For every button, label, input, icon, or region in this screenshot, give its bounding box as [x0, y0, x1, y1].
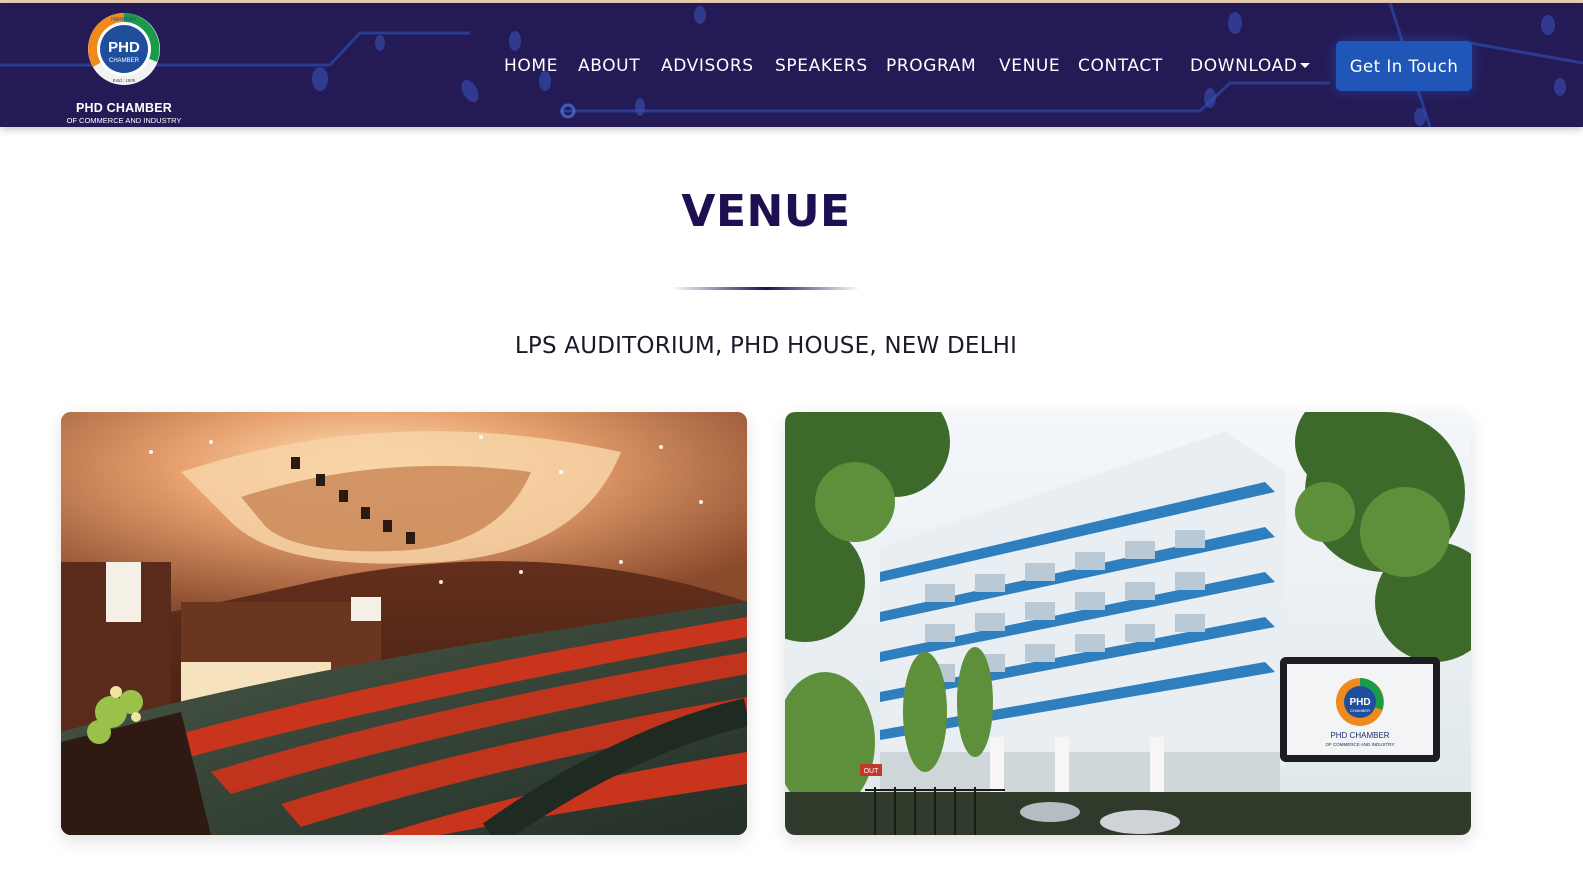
logo-tagline: OF COMMERCE AND INDUSTRY	[66, 116, 182, 125]
svg-text:PHD: PHD	[108, 39, 140, 56]
building-illustration: OUT PHD CHAMBER PHD CHAMBER OF COMMERCE …	[785, 412, 1471, 835]
svg-text:CHAMBER: CHAMBER	[109, 58, 140, 64]
site-header: PHD CHAMBER HARMONY Estd.: 1905 PHD CHAM…	[0, 3, 1583, 127]
get-in-touch-button[interactable]: Get In Touch	[1336, 41, 1472, 91]
nav-advisors[interactable]: ADVISORS	[661, 54, 754, 78]
nav-venue[interactable]: VENUE	[999, 54, 1060, 78]
svg-text:Estd.: 1905: Estd.: 1905	[113, 78, 136, 83]
venue-location: LPS AUDITORIUM, PHD HOUSE, NEW DELHI	[514, 333, 1018, 359]
svg-text:CHAMBER: CHAMBER	[1350, 708, 1370, 713]
svg-text:PHD CHAMBER: PHD CHAMBER	[1330, 731, 1389, 740]
nav-contact[interactable]: CONTACT	[1078, 54, 1163, 78]
svg-text:OF COMMERCE AND INDUSTRY: OF COMMERCE AND INDUSTRY	[1326, 742, 1395, 747]
title-divider	[672, 287, 860, 290]
section-title: VENUE	[681, 186, 851, 237]
nav-program[interactable]: PROGRAM	[886, 54, 976, 78]
nav-speakers[interactable]: SPEAKERS	[775, 54, 868, 78]
phd-chamber-emblem-icon: PHD CHAMBER HARMONY Estd.: 1905	[88, 13, 160, 85]
svg-text:OUT: OUT	[864, 768, 880, 775]
nav-about[interactable]: ABOUT	[578, 54, 640, 78]
nav-download-label: DOWNLOAD	[1190, 56, 1298, 76]
auditorium-photo	[61, 412, 747, 835]
nav-download-dropdown[interactable]: DOWNLOAD	[1190, 54, 1311, 78]
logo-name: PHD CHAMBER	[76, 101, 172, 115]
svg-text:HARMONY: HARMONY	[111, 17, 137, 23]
nav-home[interactable]: HOME	[504, 54, 558, 78]
phd-chamber-logo[interactable]: PHD CHAMBER HARMONY Estd.: 1905 PHD CHAM…	[58, 12, 190, 125]
svg-text:PHD: PHD	[1349, 697, 1370, 708]
phd-house-building-photo: OUT PHD CHAMBER PHD CHAMBER OF COMMERCE …	[785, 412, 1471, 835]
auditorium-illustration	[61, 412, 747, 835]
caret-down-icon	[1300, 63, 1311, 68]
